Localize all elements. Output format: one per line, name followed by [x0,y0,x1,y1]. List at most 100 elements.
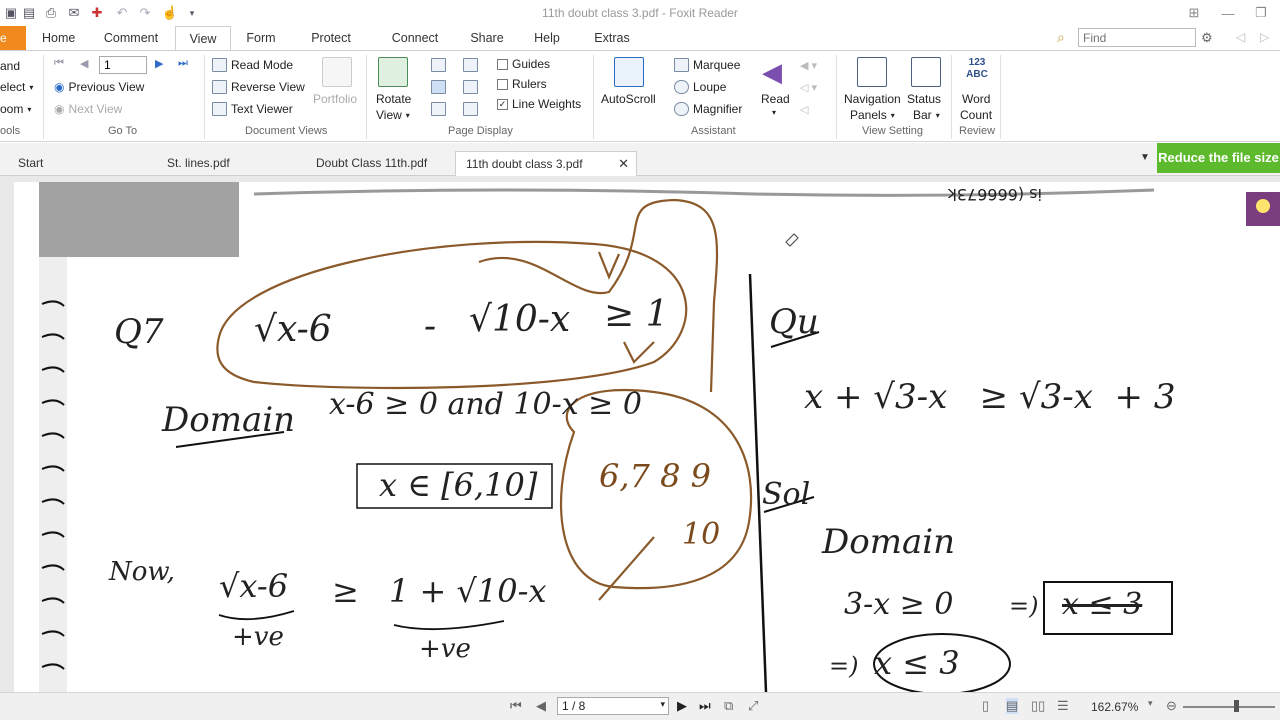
select-tool-button[interactable]: elect ▾ [0,80,33,94]
tab-doubt-class-11th[interactable]: Doubt Class 11th.pdf [306,151,454,176]
page-number-input[interactable] [99,56,147,74]
fit-width-icon[interactable]: ⤢ [748,698,758,714]
now-left: √x-6 [219,567,289,605]
status-bar-label-1[interactable]: Status [907,92,941,106]
next-view-button[interactable]: ◉ Next View [54,102,122,116]
word-count-label-2[interactable]: Count [960,108,992,122]
status-bar-button[interactable]: Bar ▾ [913,108,940,122]
find-prev-icon[interactable]: ◁ [1236,30,1245,44]
rulers-checkbox[interactable]: Rulers [497,77,547,91]
prev-page-icon[interactable]: ◀ [80,57,88,70]
lhs-minus: - [424,306,437,347]
zoom-level[interactable]: 162.67% [1091,700,1138,714]
text-viewer-button[interactable]: Text Viewer [212,102,293,116]
reduce-file-size-button[interactable]: Reduce the file size [1157,143,1280,173]
read-button[interactable]: Read [761,92,790,106]
tab-help[interactable]: Help [533,26,561,50]
lhs-ge-one: ≥ 1 [604,294,669,335]
loupe-button[interactable]: Loupe [674,80,726,94]
tab-connect[interactable]: Connect [390,26,440,50]
find-next-icon[interactable]: ▷ [1260,30,1269,44]
navigation-panels-label-1[interactable]: Navigation [844,92,901,106]
speaker-icon: ◀ [762,57,782,87]
prev-page-status-icon[interactable]: ◀ [536,698,546,714]
word-count-label-1[interactable]: Word [962,92,990,106]
read-volume-icon[interactable]: ◁ ▾ [800,81,817,94]
file-tab[interactable]: e [0,26,26,50]
minimize-button[interactable]: — [1215,3,1241,23]
zoom-dropdown-icon[interactable]: ▾ [1148,698,1153,709]
previous-view-button[interactable]: ◉ Previous View [54,80,144,94]
single-page-icon[interactable] [431,58,446,72]
first-page-status-icon[interactable]: ⏮ [510,698,522,714]
tab-home[interactable]: Home [42,26,75,50]
find-input[interactable] [1078,28,1196,47]
pdf-page[interactable]: Q7 √x-6 - √10-x ≥ 1 Domain x-6 ≥ 0 and 1… [14,182,1280,692]
read-mode-button[interactable]: Read Mode [212,58,293,72]
close-tab-icon[interactable]: ✕ [618,152,629,176]
fit-page-icon[interactable]: ⧉ [724,698,733,714]
tab-extras[interactable]: Extras [592,26,632,50]
continuous-facing-icon[interactable] [463,80,478,94]
ribbon-options-icon[interactable]: ⊞ [1181,3,1207,23]
tab-view[interactable]: View [175,26,231,51]
tab-start[interactable]: Start [8,151,156,176]
single-page-status-icon[interactable]: ▯ [982,698,989,714]
read-page-icon[interactable]: ◀ ▾ [800,59,817,72]
last-page-icon[interactable]: ⏭ [178,57,188,70]
hand-tool-button[interactable]: and [0,59,20,73]
tab-st-lines[interactable]: St. lines.pdf [157,151,305,176]
reverse-view-label: Reverse View [231,80,305,94]
continuous-facing-status-icon[interactable]: ☰ [1057,698,1069,714]
continuous-status-icon[interactable]: ▤ [1006,698,1019,714]
mirrored-text: is (666673k [947,185,1042,204]
tab-comment[interactable]: Comment [100,26,162,50]
tab-11th-doubt-class-3[interactable]: 11th doubt class 3.pdf ✕ [455,151,637,176]
portfolio-button[interactable]: Portfolio [313,92,357,106]
page-transition-icon[interactable] [463,102,478,116]
next-page-status-icon[interactable]: ▶ [677,698,687,714]
interval-text: x ∈ [6,10] [379,466,538,504]
tab-protect[interactable]: Protect [310,26,352,50]
tab-11th-doubt-class-3-label: 11th doubt class 3.pdf [466,157,583,171]
rotate-view-button[interactable]: View ▾ [376,108,410,122]
tab-share[interactable]: Share [468,26,506,50]
facing-icon[interactable] [463,58,478,72]
autoscroll-button[interactable]: AutoScroll [601,92,656,106]
zoom-tool-button[interactable]: oom ▾ [0,102,31,116]
pencil-cursor-icon [785,233,799,247]
folder-search-icon[interactable]: ⌕ [1057,29,1065,46]
page-dropdown-icon[interactable]: ▾ [660,699,665,710]
next-page-icon[interactable]: ▶ [155,57,163,70]
text-viewer-icon [212,102,227,116]
dropdown-arrow-icon: ▾ [27,104,32,114]
zoom-out-icon[interactable]: ⊖ [1166,698,1177,714]
magnifier-button[interactable]: Magnifier [674,102,742,116]
continuous-icon[interactable] [431,80,446,94]
reverse-view-button[interactable]: Reverse View [212,80,305,94]
restore-button[interactable]: ❐ [1248,3,1274,23]
rotate-view-label-1[interactable]: Rotate [376,92,411,106]
line-weights-checkbox[interactable]: ✓ Line Weights [497,97,581,111]
marquee-button[interactable]: Marquee [674,58,740,72]
separate-cover-icon[interactable] [431,102,446,116]
domain-label: Domain [162,400,296,440]
dropdown-arrow-icon: ▾ [890,110,895,120]
right-equation: x + √3-x ≥ √3-x + 3 [804,377,1176,417]
gear-icon[interactable]: ⚙ [1201,30,1213,46]
portfolio-icon [322,57,352,87]
first-page-icon[interactable]: ⏮ [54,57,64,70]
tab-list-dropdown-icon[interactable]: ▼ [1140,152,1150,163]
tab-form[interactable]: Form [244,26,278,50]
read-speed-icon[interactable]: ◁ [800,103,808,116]
goto-group-label: Go To [108,125,138,137]
zoom-slider[interactable] [1183,706,1275,708]
facing-status-icon[interactable]: ▯▯ [1031,698,1045,714]
guides-checkbox[interactable]: Guides [497,57,550,71]
page-indicator[interactable]: 1 / 8 ▾ [557,697,669,715]
solution-label: Sol [762,477,811,512]
navigation-panels-button[interactable]: Panels ▾ [850,108,895,122]
last-page-status-icon[interactable]: ⏭ [699,698,711,714]
zoom-slider-handle[interactable] [1234,700,1239,712]
now-label: Now, [109,557,175,587]
